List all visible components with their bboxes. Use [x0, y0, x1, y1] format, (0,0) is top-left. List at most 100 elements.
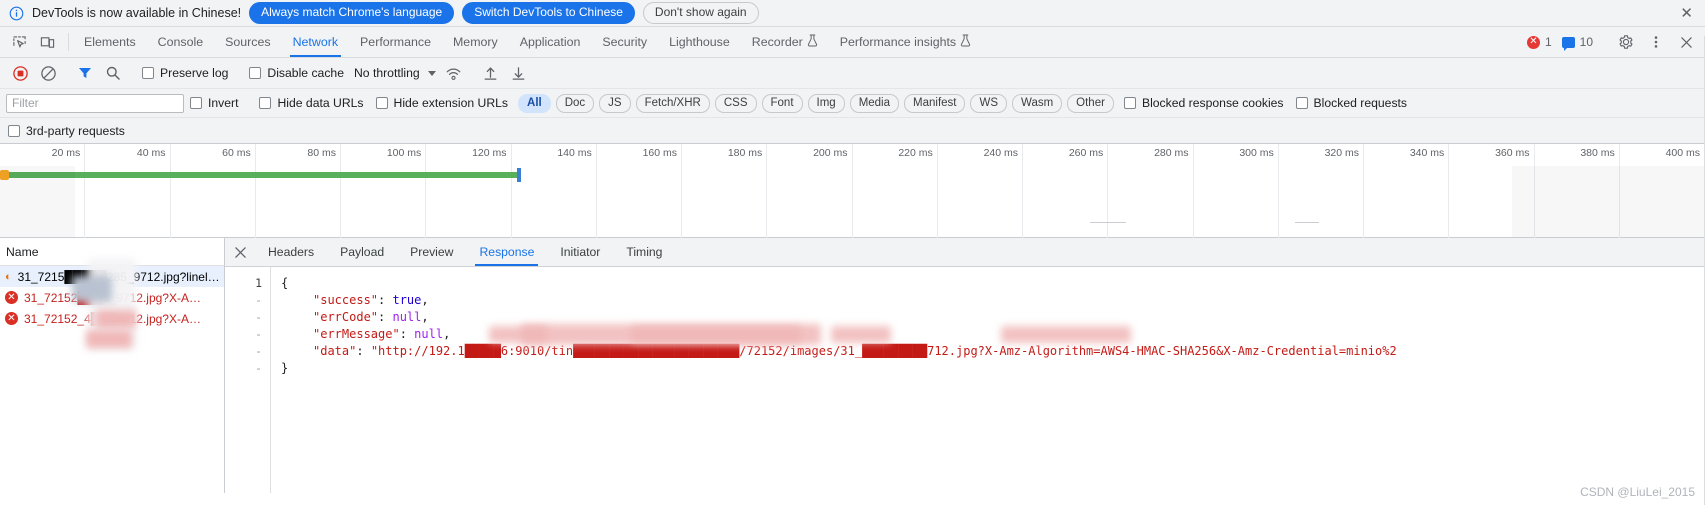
- timeline-tick-label: 120 ms: [472, 147, 507, 159]
- line-number: -: [255, 327, 262, 341]
- detail-tab-label: Headers: [268, 245, 315, 259]
- watermark: CSDN @LiuLei_2015: [1580, 485, 1695, 499]
- tab-lighthouse[interactable]: Lighthouse: [658, 27, 741, 57]
- type-filter-all[interactable]: All: [518, 93, 551, 113]
- detail-tab-timing[interactable]: Timing: [613, 238, 675, 266]
- message-count: 10: [1579, 35, 1593, 49]
- message-bubble-icon: [1561, 36, 1575, 51]
- search-icon[interactable]: [99, 60, 127, 86]
- tab-label: Performance insights: [839, 35, 957, 49]
- code-token: "errCode": [313, 310, 379, 324]
- blocked-response-cookies-checkbox[interactable]: Blocked response cookies: [1118, 96, 1290, 110]
- detail-tab-label: Initiator: [560, 245, 601, 259]
- close-icon[interactable]: [1673, 29, 1699, 55]
- request-end-marker: [517, 168, 521, 182]
- code-token: null: [392, 310, 422, 324]
- tab-console[interactable]: Console: [147, 27, 214, 57]
- blocked-requests-checkbox[interactable]: Blocked requests: [1290, 96, 1414, 110]
- tab-label: Elements: [84, 35, 136, 49]
- tab-elements[interactable]: Elements: [73, 27, 147, 57]
- checkbox-box: [142, 67, 154, 79]
- type-filter-fetch-xhr[interactable]: Fetch/XHR: [635, 93, 710, 113]
- tab-recorder[interactable]: Recorder: [741, 27, 829, 57]
- device-toolbar-icon[interactable]: [34, 29, 60, 55]
- redaction-blur: [521, 324, 821, 345]
- detail-tab-response[interactable]: Response: [466, 238, 547, 266]
- hide-extension-urls-checkbox[interactable]: Hide extension URLs: [370, 96, 514, 110]
- detail-tab-preview[interactable]: Preview: [397, 238, 466, 266]
- code-token: :: [399, 327, 415, 341]
- response-json-code[interactable]: {"success": true, "errCode": null, "errMes…: [271, 267, 1705, 493]
- error-badge[interactable]: ✕ 1: [1524, 35, 1555, 49]
- filter-funnel-icon[interactable]: [71, 60, 99, 86]
- redaction-blur: [96, 310, 136, 328]
- infobar-close-icon[interactable]: ✕: [1674, 4, 1699, 22]
- infobar-message: DevTools is now available in Chinese!: [32, 6, 242, 20]
- type-filter-manifest[interactable]: Manifest: [904, 93, 966, 113]
- invert-checkbox[interactable]: Invert: [184, 96, 244, 110]
- close-panel-icon[interactable]: [225, 238, 255, 266]
- type-filter-font[interactable]: Font: [761, 93, 803, 113]
- request-list-pane: Name ◐ 31_7215█████285_9712.jpg?linel… ✕…: [0, 238, 225, 493]
- timeline-tick-label: 40 ms: [136, 147, 166, 159]
- export-har-icon[interactable]: [505, 60, 533, 86]
- throttling-dropdown[interactable]: No throttling: [350, 66, 440, 80]
- timeline-tick-label: 200 ms: [813, 147, 848, 159]
- detail-tab-payload[interactable]: Payload: [327, 238, 397, 266]
- redaction-blur: [86, 330, 132, 348]
- clear-network-icon[interactable]: [34, 60, 62, 86]
- tab-network[interactable]: Network: [282, 27, 349, 57]
- invert-label: Invert: [208, 96, 239, 110]
- error-circle-icon: ✕: [1526, 35, 1540, 49]
- error-count: 1: [1544, 35, 1552, 49]
- always-match-language-button[interactable]: Always match Chrome's language: [249, 2, 455, 24]
- line-number: -: [255, 344, 262, 358]
- tab-memory[interactable]: Memory: [442, 27, 509, 57]
- blocked-requests-label: Blocked requests: [1313, 96, 1408, 110]
- checkbox-box: [259, 97, 272, 109]
- type-filter-wasm[interactable]: Wasm: [1012, 93, 1063, 113]
- hide-data-urls-checkbox[interactable]: Hide data URLs: [253, 96, 369, 110]
- code-token: null: [414, 327, 444, 341]
- tab-performance[interactable]: Performance: [349, 27, 442, 57]
- import-har-icon[interactable]: [477, 60, 505, 86]
- tab-security[interactable]: Security: [591, 27, 658, 57]
- tabbar-right-controls: ✕ 1 10: [1524, 27, 1705, 57]
- gear-icon[interactable]: [1613, 29, 1639, 55]
- detail-tab-headers[interactable]: Headers: [255, 238, 327, 266]
- dont-show-again-button[interactable]: Don't show again: [642, 2, 759, 24]
- type-filter-img[interactable]: Img: [807, 93, 845, 113]
- record-stop-icon[interactable]: [6, 60, 34, 86]
- message-badge[interactable]: 10: [1559, 35, 1596, 51]
- tab-sources[interactable]: Sources: [214, 27, 281, 57]
- type-filter-other[interactable]: Other: [1067, 93, 1114, 113]
- type-filter-ws[interactable]: WS: [970, 93, 1008, 113]
- timeline-tick-label: 380 ms: [1580, 147, 1615, 159]
- tabbar-divider: [68, 33, 69, 51]
- filter-input[interactable]: [6, 93, 184, 113]
- preserve-log-checkbox[interactable]: Preserve log: [136, 66, 234, 80]
- checkbox-box: [375, 97, 388, 109]
- checkbox-box: [1123, 97, 1136, 109]
- info-icon: [8, 5, 24, 21]
- type-filter-media[interactable]: Media: [849, 93, 900, 113]
- response-body-viewer[interactable]: 1----- {"success": true, "errCode": null,…: [225, 267, 1705, 493]
- type-filter-js[interactable]: JS: [599, 93, 631, 113]
- detail-tab-label: Payload: [340, 245, 385, 259]
- network-conditions-icon[interactable]: [440, 60, 468, 86]
- type-filter-css[interactable]: CSS: [714, 93, 757, 113]
- tab-performance-insights[interactable]: Performance insights: [829, 27, 982, 57]
- tab-application[interactable]: Application: [509, 27, 592, 57]
- detail-tab-initiator[interactable]: Initiator: [547, 238, 613, 266]
- network-overview-timeline[interactable]: 20 ms 40 ms 60 ms 80 ms 100 ms 120 ms 140 ms 16…: [0, 144, 1705, 238]
- kebab-menu-icon[interactable]: [1643, 29, 1669, 55]
- checkbox-box: [190, 97, 202, 109]
- disable-cache-checkbox[interactable]: Disable cache: [243, 66, 350, 80]
- disable-cache-label: Disable cache: [267, 66, 344, 80]
- third-party-requests-checkbox[interactable]: 3rd-party requests: [8, 124, 131, 138]
- type-filter-doc[interactable]: Doc: [555, 93, 595, 113]
- redaction-blur: [72, 276, 112, 302]
- timeline-tick-label: 20 ms: [51, 147, 81, 159]
- switch-to-chinese-button[interactable]: Switch DevTools to Chinese: [462, 2, 635, 24]
- inspect-element-icon[interactable]: [6, 29, 32, 55]
